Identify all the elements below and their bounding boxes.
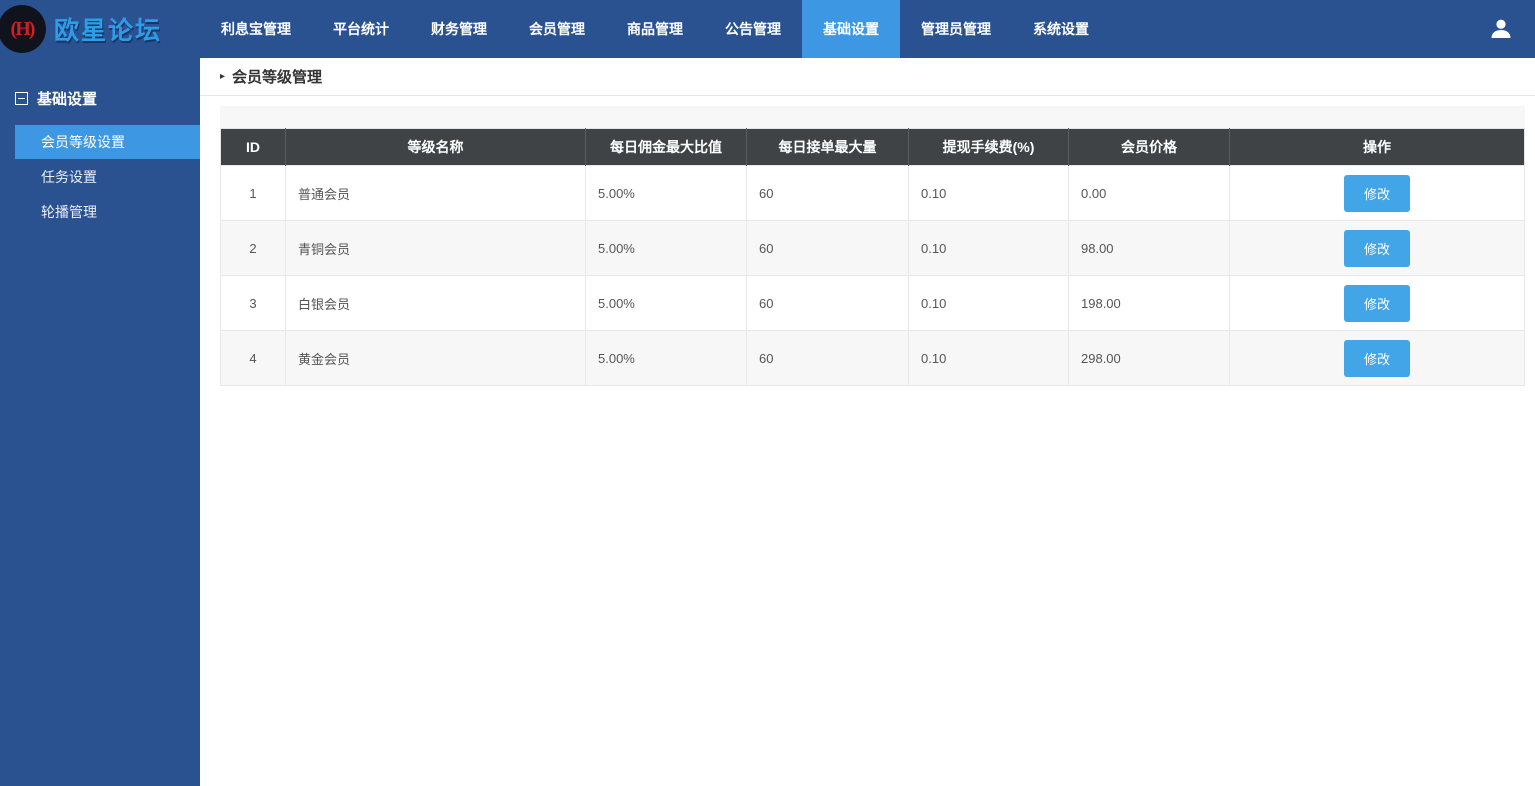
cell-member-price: 98.00 [1069, 221, 1230, 276]
nav-item-interest[interactable]: 利息宝管理 [200, 0, 312, 58]
top-navbar: (H) 欧星论坛 利息宝管理 平台统计 财务管理 会员管理 商品管理 公告管理 … [0, 0, 1535, 58]
cell-id: 3 [221, 276, 286, 331]
col-header-max-commission: 每日佣金最大比值 [586, 129, 747, 166]
breadcrumb-arrow-icon: ▸ [220, 71, 225, 82]
edit-button[interactable]: 修改 [1344, 285, 1410, 322]
main-content: ▸ 会员等级管理 ID 等级名称 每日佣金最大比值 每日接单最大量 提现手续费(… [200, 58, 1535, 786]
nav-item-members[interactable]: 会员管理 [508, 0, 606, 58]
table-row: 3 白银会员 5.00% 60 0.10 198.00 修改 [221, 276, 1525, 331]
cell-max-orders: 60 [747, 276, 909, 331]
cell-member-price: 0.00 [1069, 166, 1230, 221]
cell-level-name: 普通会员 [286, 166, 586, 221]
cell-level-name: 白银会员 [286, 276, 586, 331]
table-row: 2 青铜会员 5.00% 60 0.10 98.00 修改 [221, 221, 1525, 276]
cell-id: 2 [221, 221, 286, 276]
logo-icon: (H) [0, 5, 46, 53]
nav-item-basic-settings[interactable]: 基础设置 [802, 0, 900, 58]
brand-logo[interactable]: (H) 欧星论坛 [0, 0, 200, 58]
col-header-withdraw-fee: 提现手续费(%) [909, 129, 1069, 166]
brand-name: 欧星论坛 [54, 11, 162, 47]
cell-max-commission: 5.00% [586, 221, 747, 276]
cell-max-orders: 60 [747, 166, 909, 221]
cell-id: 4 [221, 331, 286, 386]
cell-withdraw-fee: 0.10 [909, 331, 1069, 386]
cell-max-orders: 60 [747, 331, 909, 386]
nav-item-admins[interactable]: 管理员管理 [900, 0, 1012, 58]
edit-button[interactable]: 修改 [1344, 175, 1410, 212]
edit-button[interactable]: 修改 [1344, 340, 1410, 377]
cell-withdraw-fee: 0.10 [909, 276, 1069, 331]
sidebar-section-basic-settings[interactable]: 基础设置 [0, 88, 200, 109]
logo-monogram: (H) [11, 18, 34, 41]
col-header-member-price: 会员价格 [1069, 129, 1230, 166]
page-title: 会员等级管理 [232, 66, 322, 87]
nav-item-announcements[interactable]: 公告管理 [704, 0, 802, 58]
cell-withdraw-fee: 0.10 [909, 166, 1069, 221]
main-menu: 利息宝管理 平台统计 财务管理 会员管理 商品管理 公告管理 基础设置 管理员管… [200, 0, 1110, 58]
member-level-table: ID 等级名称 每日佣金最大比值 每日接单最大量 提现手续费(%) 会员价格 操… [220, 128, 1525, 386]
cell-max-commission: 5.00% [586, 331, 747, 386]
col-header-id: ID [221, 129, 286, 166]
nav-item-products[interactable]: 商品管理 [606, 0, 704, 58]
cell-member-price: 298.00 [1069, 331, 1230, 386]
cell-id: 1 [221, 166, 286, 221]
col-header-actions: 操作 [1230, 129, 1525, 166]
cell-level-name: 青铜会员 [286, 221, 586, 276]
table-row: 1 普通会员 5.00% 60 0.10 0.00 修改 [221, 166, 1525, 221]
cell-max-commission: 5.00% [586, 276, 747, 331]
table-header-row: ID 等级名称 每日佣金最大比值 每日接单最大量 提现手续费(%) 会员价格 操… [221, 129, 1525, 166]
cell-level-name: 黄金会员 [286, 331, 586, 386]
member-level-panel: ID 等级名称 每日佣金最大比值 每日接单最大量 提现手续费(%) 会员价格 操… [220, 106, 1525, 386]
toolbar-strip [220, 106, 1525, 128]
nav-item-platform-stats[interactable]: 平台统计 [312, 0, 410, 58]
col-header-max-orders: 每日接单最大量 [747, 129, 909, 166]
cell-max-commission: 5.00% [586, 166, 747, 221]
sidebar-item-carousel-management[interactable]: 轮播管理 [15, 195, 200, 229]
sidebar: 基础设置 会员等级设置 任务设置 轮播管理 [0, 58, 200, 786]
sidebar-section-label: 基础设置 [37, 88, 97, 109]
collapse-minus-icon[interactable] [15, 92, 28, 105]
cell-member-price: 198.00 [1069, 276, 1230, 331]
breadcrumb: ▸ 会员等级管理 [200, 58, 1535, 96]
cell-withdraw-fee: 0.10 [909, 221, 1069, 276]
sidebar-item-member-level-settings[interactable]: 会员等级设置 [15, 125, 200, 159]
navbar-right [1489, 0, 1535, 58]
col-header-level-name: 等级名称 [286, 129, 586, 166]
sidebar-item-task-settings[interactable]: 任务设置 [15, 160, 200, 194]
cell-max-orders: 60 [747, 221, 909, 276]
nav-item-finance[interactable]: 财务管理 [410, 0, 508, 58]
table-row: 4 黄金会员 5.00% 60 0.10 298.00 修改 [221, 331, 1525, 386]
user-icon[interactable] [1489, 17, 1513, 41]
edit-button[interactable]: 修改 [1344, 230, 1410, 267]
nav-item-system-settings[interactable]: 系统设置 [1012, 0, 1110, 58]
